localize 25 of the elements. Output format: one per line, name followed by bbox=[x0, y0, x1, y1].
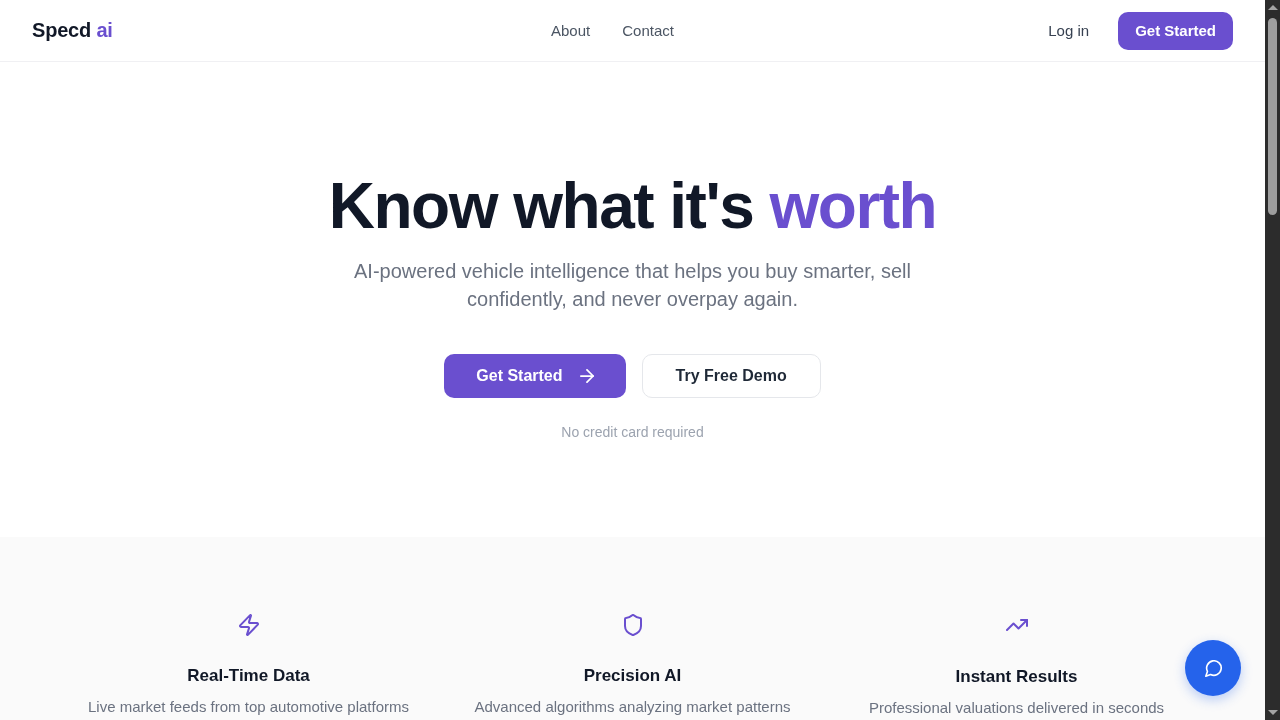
try-free-demo-button[interactable]: Try Free Demo bbox=[641, 354, 821, 398]
feature-title: Instant Results bbox=[955, 666, 1078, 688]
shield-icon bbox=[623, 614, 642, 636]
login-link[interactable]: Log in bbox=[1048, 22, 1090, 39]
lightning-bolt-icon bbox=[238, 614, 259, 636]
get-started-button[interactable]: Get Started bbox=[444, 354, 626, 398]
hero-headline: Know what it's worth bbox=[328, 171, 937, 241]
no-credit-card-note: No credit card required bbox=[561, 423, 704, 442]
scrollbar-thumb[interactable] bbox=[1268, 18, 1277, 215]
feature-description: Live market feeds from top automotive platforms bbox=[88, 697, 409, 717]
scrollbar[interactable] bbox=[1265, 0, 1280, 720]
feature-description: Professional valuations delivered in seconds bbox=[868, 698, 1165, 718]
speech-bubble-icon bbox=[1204, 659, 1222, 677]
feature-description: Advanced algorithms analyzing market patterns bbox=[474, 697, 791, 717]
down-arrow-icon[interactable] bbox=[1267, 710, 1278, 715]
feature-title: Real-Time Data bbox=[187, 665, 310, 687]
up-arrow-icon[interactable] bbox=[1267, 5, 1278, 10]
nav-link[interactable]: About bbox=[551, 22, 591, 39]
get-started-button[interactable]: Get Started bbox=[1118, 11, 1233, 50]
nav-link[interactable]: Contact bbox=[622, 22, 674, 39]
feature-title: Precision AI bbox=[583, 665, 682, 687]
hero-subtitle: AI-powered vehicle intelligence that helps you buy smarter, sell confidently, and never overpay again. bbox=[353, 259, 912, 312]
trending-up-icon bbox=[1005, 619, 1028, 631]
logo[interactable]: Specd ai bbox=[32, 19, 113, 42]
arrow-right-icon bbox=[579, 369, 594, 383]
